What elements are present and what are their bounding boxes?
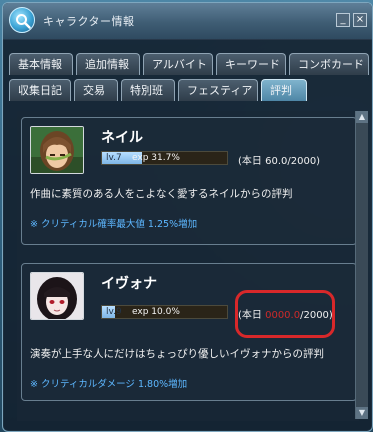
character-name: ネイル: [101, 130, 143, 146]
level-label: lv.7: [106, 153, 122, 163]
portrait-ivona: [30, 272, 84, 320]
exp-label: exp 31.7%: [132, 153, 180, 163]
tab-festia[interactable]: フェスティア: [178, 79, 258, 101]
today-reputation: (本日 60.0/2000): [238, 152, 320, 167]
reputation-bonus: ※ クリティカルダメージ 1.80%増加: [30, 379, 188, 390]
tab-part-time-job[interactable]: アルバイト: [143, 53, 213, 75]
scrollbar[interactable]: ▲ ▼: [355, 111, 368, 419]
tab-reputation[interactable]: 評判: [261, 79, 307, 101]
reputation-description: 作曲に素質のある人をこよなく愛するネイルからの評判: [30, 188, 293, 200]
portrait-neil: [30, 126, 84, 174]
character-info-window: キャラクター情報 _ × 基本情報 追加情報 アルバイト キーワード コンボカー…: [2, 2, 373, 432]
window-title: キャラクター情報: [43, 15, 135, 28]
reputation-description: 演奏が上手な人にだけはちょっぴり優しいイヴォナからの評判: [30, 348, 324, 360]
titlebar[interactable]: キャラクター情報 _ ×: [3, 3, 372, 40]
exp-bar: lv.7 exp 31.7%: [101, 151, 228, 165]
tab-combo-card[interactable]: コンボカード: [289, 53, 369, 75]
today-suffix: /2000): [287, 156, 321, 167]
magnifier-icon: [9, 7, 35, 33]
tab-row-secondary: 収集日記 交易 特別班 フェスティア 評判: [9, 79, 307, 101]
tab-basic-info[interactable]: 基本情報: [9, 53, 73, 75]
reputation-bonus: ※ クリティカル確率最大値 1.25%増加: [30, 219, 198, 230]
tab-collection-diary[interactable]: 収集日記: [9, 79, 71, 101]
tab-keyword[interactable]: キーワード: [216, 53, 286, 75]
reputation-list: ネイル lv.7 exp 31.7% (本日 60.0/2000) 作曲に素質の…: [17, 111, 359, 421]
highlight-circle: [235, 290, 335, 338]
exp-label: exp 10.0%: [132, 307, 180, 317]
triangle-up-icon[interactable]: ▲: [356, 111, 368, 123]
reputation-card-neil: ネイル lv.7 exp 31.7% (本日 60.0/2000) 作曲に素質の…: [21, 117, 357, 245]
today-prefix: (本日: [238, 156, 266, 167]
triangle-down-icon[interactable]: ▼: [356, 407, 368, 419]
close-button[interactable]: ×: [353, 13, 367, 27]
character-name: イヴォナ: [101, 276, 157, 292]
tab-additional-info[interactable]: 追加情報: [76, 53, 140, 75]
tab-row-primary: 基本情報 追加情報 アルバイト キーワード コンボカード: [9, 53, 369, 75]
tab-trade[interactable]: 交易: [74, 79, 118, 101]
today-value: 60.0: [265, 156, 288, 167]
exp-bar: lv.9 exp 10.0%: [101, 305, 228, 319]
tab-special-team[interactable]: 特別班: [121, 79, 175, 101]
minimize-button[interactable]: _: [336, 13, 350, 27]
level-label: lv.9: [106, 307, 122, 317]
